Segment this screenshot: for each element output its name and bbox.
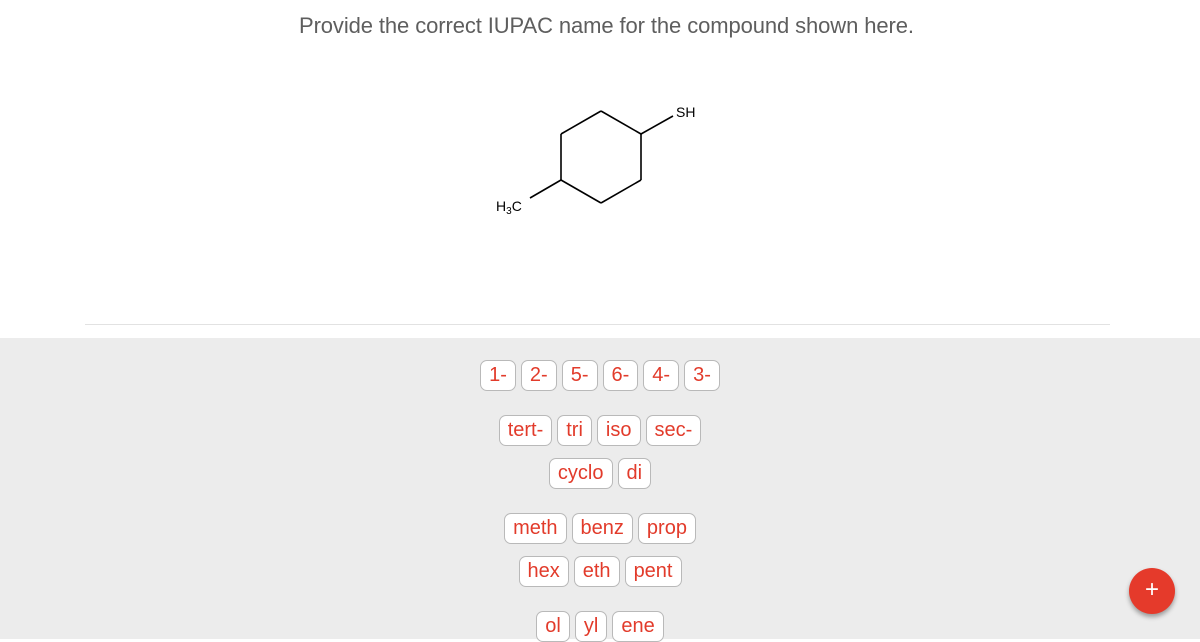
tile-meth[interactable]: meth — [504, 513, 567, 544]
root-row-2: hex eth pent — [0, 556, 1200, 587]
tile-di[interactable]: di — [617, 458, 652, 489]
tile-benz[interactable]: benz — [571, 513, 633, 544]
question-area: Provide the correct IUPAC name for the c… — [0, 0, 1200, 338]
prefix-row-1: tert- tri iso sec- — [0, 415, 1200, 446]
prefix-row-2: cyclo di — [0, 458, 1200, 489]
plus-icon: + — [1144, 576, 1159, 603]
tile-locant-2[interactable]: 2- — [520, 360, 557, 391]
thiol-bond — [640, 115, 674, 135]
question-prompt: Provide the correct IUPAC name for the c… — [299, 13, 914, 38]
suffix-row: ol yl ene — [0, 611, 1200, 642]
tile-ol[interactable]: ol — [536, 611, 570, 642]
root-row-1: meth benz prop — [0, 513, 1200, 544]
tile-yl[interactable]: yl — [574, 611, 608, 642]
tile-prop[interactable]: prop — [637, 513, 696, 544]
locant-row: 1- 2- 5- 6- 4- 3- — [0, 360, 1200, 391]
ring-bond — [600, 179, 642, 204]
ring-bond — [560, 110, 602, 135]
tile-locant-1[interactable]: 1- — [480, 360, 516, 391]
tile-bank: 1- 2- 5- 6- 4- 3- tert- tri iso sec- cyc… — [0, 338, 1200, 642]
tile-ene[interactable]: ene — [612, 611, 664, 642]
ring-bond — [560, 179, 602, 204]
tile-locant-4[interactable]: 4- — [643, 360, 680, 391]
tile-tri[interactable]: tri — [557, 415, 592, 446]
methyl-bond — [529, 179, 562, 199]
tile-locant-3[interactable]: 3- — [684, 360, 720, 391]
tile-cyclo[interactable]: cyclo — [548, 458, 613, 489]
tile-locant-5[interactable]: 5- — [561, 360, 598, 391]
tile-locant-6[interactable]: 6- — [602, 360, 639, 391]
tile-tert[interactable]: tert- — [498, 415, 553, 446]
tile-pent[interactable]: pent — [624, 556, 682, 587]
tile-iso[interactable]: iso — [596, 415, 641, 446]
ring-bond — [600, 110, 642, 135]
methyl-label: H3C — [496, 198, 522, 217]
thiol-label: SH — [676, 104, 695, 120]
add-button[interactable]: + — [1129, 568, 1175, 614]
tile-hex[interactable]: hex — [518, 556, 569, 587]
tile-eth[interactable]: eth — [573, 556, 620, 587]
tile-sec[interactable]: sec- — [645, 415, 702, 446]
section-divider — [85, 324, 1110, 325]
molecule-structure: SH H3C — [496, 104, 695, 217]
